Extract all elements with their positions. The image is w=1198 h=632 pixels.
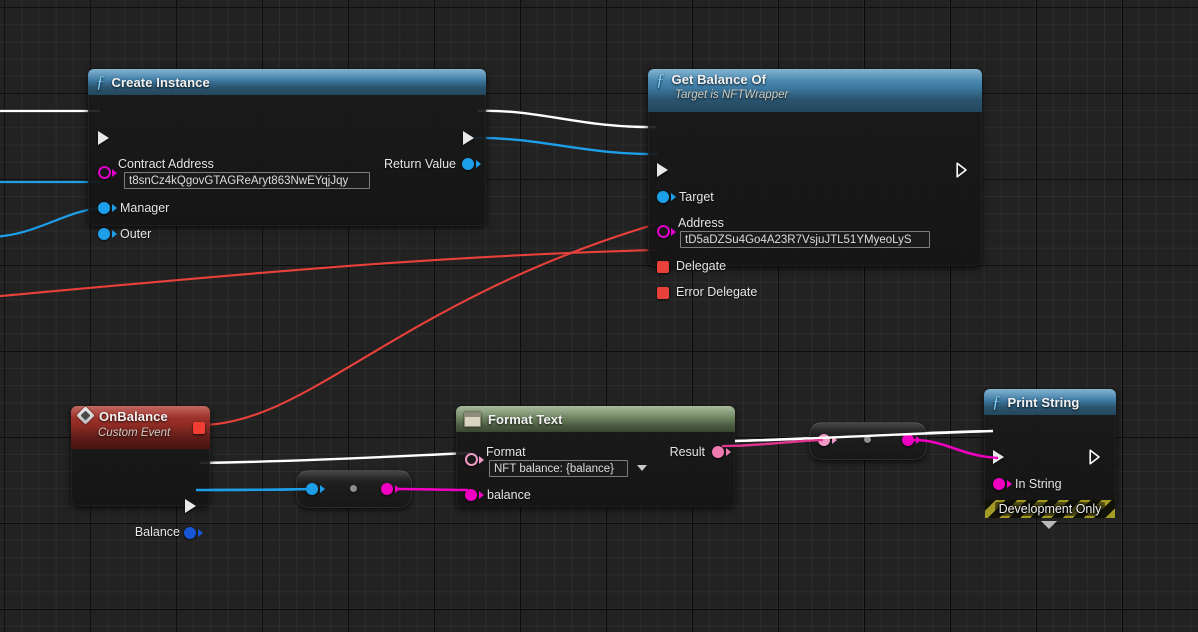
knot-result[interactable] bbox=[809, 422, 927, 460]
pin-return-value[interactable] bbox=[462, 158, 474, 170]
pin-outer[interactable] bbox=[98, 228, 110, 240]
pin-balance-out-arrow bbox=[198, 529, 203, 537]
node-subtitle: Custom Event bbox=[98, 427, 171, 439]
wire-returnvalue-to-target bbox=[473, 136, 659, 156]
pin-knot-balance-out[interactable] bbox=[381, 483, 393, 495]
node-title: Print String bbox=[1007, 394, 1080, 410]
pin-exec-out[interactable] bbox=[1089, 449, 1100, 465]
pin-label-balance-in: balance bbox=[487, 488, 531, 502]
function-f-icon: ƒ bbox=[656, 70, 665, 89]
pin-delegate[interactable] bbox=[657, 261, 669, 273]
pin-result-out[interactable] bbox=[712, 446, 724, 458]
pin-target[interactable] bbox=[657, 191, 669, 203]
wire-error-delegate bbox=[0, 248, 657, 298]
pin-event-delegate-out[interactable] bbox=[193, 422, 205, 434]
function-f-icon: ƒ bbox=[96, 72, 105, 91]
pin-label-target: Target bbox=[679, 190, 714, 204]
wire-exec-onbalance bbox=[199, 451, 471, 465]
pin-exec-in[interactable] bbox=[993, 450, 1004, 464]
pin-label-outer: Outer bbox=[120, 227, 152, 241]
node-title: Create Instance bbox=[111, 74, 210, 90]
pin-target-arrow bbox=[671, 193, 676, 201]
pin-label-balance: Balance bbox=[134, 525, 180, 539]
wire-exec-create-to-getbalance bbox=[477, 109, 657, 129]
pin-in-string[interactable] bbox=[993, 478, 1005, 490]
node-format-text[interactable]: Format Text Format NFT balance: {balance… bbox=[456, 406, 735, 507]
pin-label-return-value: Return Value bbox=[383, 157, 456, 171]
wire-balance-over bbox=[195, 487, 313, 492]
pin-label-manager: Manager bbox=[120, 201, 170, 215]
development-only-label: Development Only bbox=[994, 502, 1106, 516]
node-create-instance[interactable]: ƒ Create Instance Contract Address t8snC… bbox=[88, 69, 486, 241]
pin-label-result: Result bbox=[669, 445, 705, 459]
pin-label-in-string: In String bbox=[1015, 477, 1062, 491]
chevron-down-icon[interactable] bbox=[637, 465, 647, 471]
pin-manager-arrow bbox=[112, 204, 117, 212]
wire-balance-to-knot bbox=[195, 487, 313, 492]
pin-outer-arrow bbox=[112, 230, 117, 238]
node-header: ƒ Print String bbox=[984, 389, 1116, 415]
node-header: ƒ Get Balance Of Target is NFTWrapper bbox=[648, 69, 982, 112]
blueprint-graph-canvas[interactable]: ƒ Create Instance Contract Address t8snC… bbox=[0, 0, 1198, 632]
pin-in-string-arrow bbox=[1007, 480, 1012, 488]
pin-manager[interactable] bbox=[98, 202, 110, 214]
knot-center-dot bbox=[864, 436, 871, 443]
pin-label-contract-address: Contract Address bbox=[118, 157, 214, 171]
wire-onbalance-to-delegate bbox=[201, 222, 657, 427]
node-onbalance-event[interactable]: OnBalance Custom Event Balance bbox=[71, 406, 210, 539]
pin-label-delegate: Delegate bbox=[676, 259, 727, 273]
wire-result-over bbox=[721, 438, 824, 448]
knot-balance[interactable] bbox=[296, 470, 412, 508]
pin-result-out-arrow bbox=[726, 448, 731, 456]
node-get-balance-of[interactable]: ƒ Get Balance Of Target is NFTWrapper Ta… bbox=[648, 69, 982, 299]
pin-balance-in-arrow bbox=[479, 491, 484, 499]
wire-result-to-knot bbox=[721, 438, 824, 448]
pin-knot-balance-in[interactable] bbox=[306, 483, 318, 495]
pin-address-arrow bbox=[671, 227, 676, 236]
pin-contract-address-arrow bbox=[112, 168, 117, 177]
pin-knot-balance-out-arrow bbox=[395, 485, 400, 493]
pin-exec-in[interactable] bbox=[98, 131, 109, 145]
pin-knot-result-out[interactable] bbox=[902, 434, 914, 446]
collapse-arrow-icon[interactable] bbox=[1041, 521, 1057, 529]
input-contract-address[interactable]: t8snCz4kQgovGTAGReAryt863NwEYqjJqy bbox=[124, 172, 370, 189]
pin-label-format: Format bbox=[486, 445, 526, 459]
node-title: OnBalance bbox=[99, 409, 168, 424]
pin-exec-out[interactable] bbox=[185, 499, 196, 513]
event-diamond-icon bbox=[76, 406, 95, 425]
pin-error-delegate[interactable] bbox=[657, 287, 669, 299]
pin-return-value-arrow bbox=[476, 160, 481, 168]
pin-label-error-delegate: Error Delegate bbox=[676, 285, 758, 299]
pin-exec-in[interactable] bbox=[657, 163, 668, 177]
input-format[interactable]: NFT balance: {balance} bbox=[489, 460, 628, 477]
input-address[interactable]: tD5aDZSu4Go4A23R7VsjuJTL51YMyeoLyS bbox=[680, 231, 930, 248]
pin-knot-result-in-arrow bbox=[832, 436, 837, 444]
pin-format-arrow bbox=[479, 455, 484, 464]
pin-knot-balance-in-arrow bbox=[320, 485, 325, 493]
node-print-string[interactable]: ƒ Print String In String Development Onl… bbox=[984, 389, 1116, 529]
development-only-banner: Development Only bbox=[985, 500, 1115, 518]
node-title: Get Balance Of bbox=[671, 72, 767, 87]
pin-balance-in[interactable] bbox=[465, 489, 477, 501]
node-subtitle: Target is NFTWrapper bbox=[675, 89, 789, 101]
node-header: Format Text bbox=[456, 406, 735, 432]
pin-contract-address[interactable] bbox=[98, 166, 111, 179]
node-header: OnBalance Custom Event bbox=[71, 406, 210, 449]
table-icon bbox=[464, 411, 481, 427]
pin-knot-result-out-arrow bbox=[916, 436, 921, 444]
function-f-icon: ƒ bbox=[992, 392, 1001, 411]
pin-knot-result-in[interactable] bbox=[818, 434, 830, 446]
knot-center-dot bbox=[350, 485, 357, 492]
node-header: ƒ Create Instance bbox=[88, 69, 486, 95]
pin-format[interactable] bbox=[465, 453, 478, 466]
pin-balance-out[interactable] bbox=[184, 527, 196, 539]
pin-exec-out[interactable] bbox=[463, 131, 474, 145]
pin-label-address: Address bbox=[678, 216, 724, 230]
wire-outer-in bbox=[0, 206, 101, 238]
node-title: Format Text bbox=[488, 411, 563, 427]
pin-address[interactable] bbox=[657, 225, 670, 238]
pin-exec-out[interactable] bbox=[956, 162, 967, 178]
